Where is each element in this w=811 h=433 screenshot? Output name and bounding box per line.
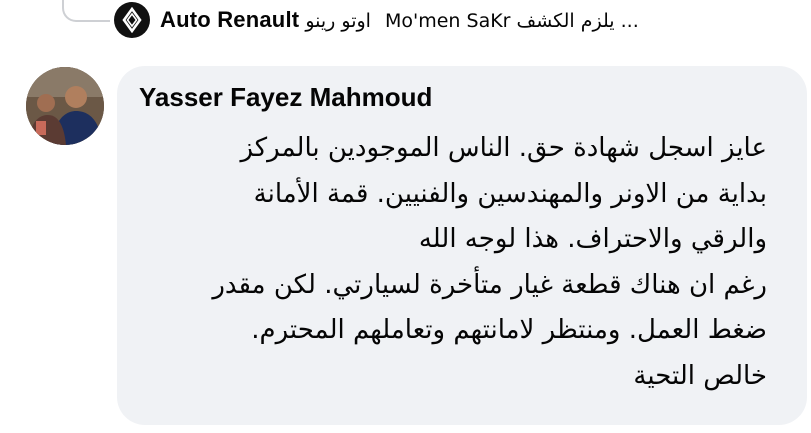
comment-text: عايز اسجل شهادة حق. الناس الموجودين بالم… (137, 126, 767, 399)
comment-line: والرقي والاحتراف. هذا لوجه الله (418, 224, 767, 254)
avatar[interactable] (26, 67, 104, 145)
comment-author-name[interactable]: Yasser Fayez Mahmoud (139, 82, 432, 113)
comment-bubble: Yasser Fayez Mahmoud عايز اسجل شهادة حق.… (117, 66, 807, 425)
reply-page-name[interactable]: Auto Renault (160, 7, 299, 32)
reply-preview-text[interactable]: Auto Renault اوتو رينو Mo'men SaKr يلزم … (160, 5, 806, 35)
comment-line: عايز اسجل شهادة حق. الناس الموجودين بالم… (240, 133, 767, 163)
renault-logo-icon[interactable] (114, 2, 150, 38)
reply-snippet: يلزم الكشف ... (516, 10, 639, 32)
reply-thread-connector (62, 0, 110, 22)
reply-preview[interactable]: Auto Renault اوتو رينو Mo'men SaKr يلزم … (0, 0, 811, 40)
comment-line: رغم ان هناك قطعة غيار متأخرة لسيارتي. لك… (212, 269, 767, 300)
comment-line: خالص التحية (633, 360, 767, 391)
avatar-photo (26, 67, 104, 145)
reply-replied-to: Mo'men SaKr (384, 10, 511, 32)
reply-page-name-arabic: اوتو رينو (305, 10, 371, 32)
comment-line: ضغط العمل. ومنتظر لامانتهم وتعاملهم المح… (251, 315, 767, 345)
comment-line: بداية من الاونر والمهندسين والفنيين. قمة… (253, 178, 767, 209)
